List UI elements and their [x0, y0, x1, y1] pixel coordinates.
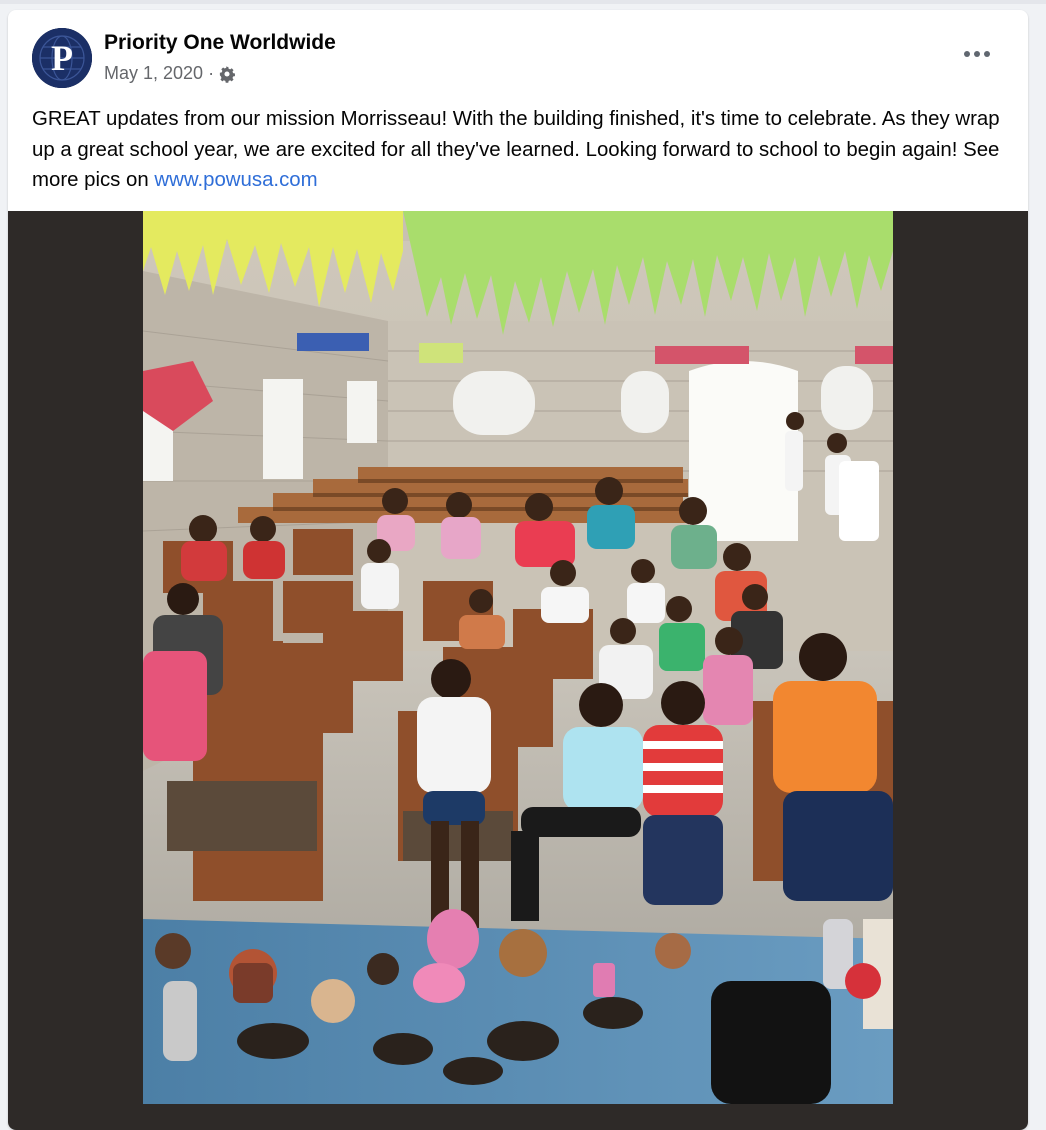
more-options-button[interactable]	[954, 36, 1000, 72]
post-media[interactable]	[8, 211, 1028, 1130]
more-options-icon-dot	[984, 51, 990, 57]
more-options-icon-dot	[974, 51, 980, 57]
gear-icon[interactable]	[218, 65, 236, 83]
post-message: GREAT updates from our mission Morrissea…	[32, 104, 1007, 196]
meta-separator: ·	[208, 63, 215, 83]
top-divider	[0, 0, 1046, 4]
post-card: P Priority One Worldwide May 1, 2020 · G…	[8, 10, 1028, 1130]
post-meta: May 1, 2020 ·	[104, 63, 236, 84]
post-link[interactable]: www.powusa.com	[154, 169, 317, 191]
page-avatar[interactable]: P	[32, 28, 92, 88]
avatar-letter: P	[51, 38, 73, 78]
post-header: P Priority One Worldwide May 1, 2020 ·	[8, 10, 1028, 100]
post-photo[interactable]	[143, 211, 893, 1104]
globe-logo-icon: P	[32, 28, 92, 88]
classroom-photo-image	[143, 211, 893, 1104]
post-date[interactable]: May 1, 2020	[104, 63, 203, 84]
page-name-link[interactable]: Priority One Worldwide	[104, 31, 336, 55]
more-options-icon	[964, 51, 970, 57]
